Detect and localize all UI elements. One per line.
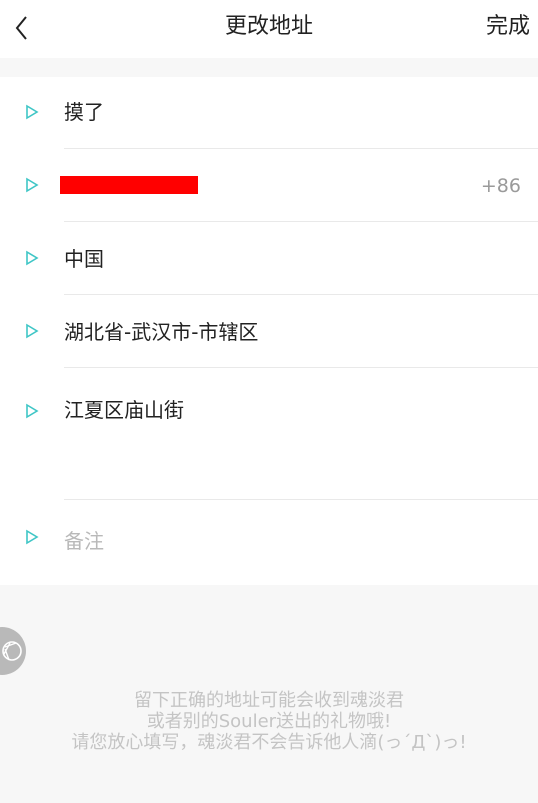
address-form: 摸了 +86 中国 湖北省-武汉市-市辖区 江夏区庙山街 备注 xyxy=(0,77,538,585)
footer-line-1: 留下正确的地址可能会收到魂淡君 xyxy=(134,690,404,711)
triangle-icon xyxy=(26,529,39,545)
page-title: 更改地址 xyxy=(224,14,313,39)
country-field[interactable]: 中国 xyxy=(64,246,104,272)
aperture-icon xyxy=(2,641,22,661)
redacted-phone-number xyxy=(60,176,198,194)
top-bar: 更改地址 完成 xyxy=(0,0,538,58)
floating-action-button[interactable] xyxy=(0,627,26,675)
region-field[interactable]: 湖北省-武汉市-市辖区 xyxy=(64,319,258,345)
triangle-icon xyxy=(26,177,39,193)
name-row[interactable]: 摸了 xyxy=(0,77,538,149)
note-field[interactable]: 备注 xyxy=(64,528,104,554)
done-button[interactable]: 完成 xyxy=(486,12,530,42)
triangle-icon xyxy=(26,403,39,419)
phone-row[interactable]: +86 xyxy=(0,149,538,222)
phone-country-code[interactable]: +86 xyxy=(481,173,521,199)
country-row[interactable]: 中国 xyxy=(0,222,538,295)
region-row[interactable]: 湖北省-武汉市-市辖区 xyxy=(0,295,538,368)
footer-line-2: 或者别的Souler送出的礼物哦! xyxy=(146,711,392,732)
note-row[interactable]: 备注 xyxy=(0,500,538,585)
triangle-icon xyxy=(26,323,39,339)
street-field[interactable]: 江夏区庙山街 xyxy=(64,397,184,423)
street-row[interactable]: 江夏区庙山街 xyxy=(0,368,538,500)
name-field[interactable]: 摸了 xyxy=(64,99,104,125)
footer-note: 留下正确的地址可能会收到魂淡君 或者别的Souler送出的礼物哦! 请您放心填写… xyxy=(0,690,538,753)
triangle-icon xyxy=(26,250,39,266)
footer-line-3: 请您放心填写，魂淡君不会告诉他人滴(っ´Д`)っ! xyxy=(71,732,467,753)
triangle-icon xyxy=(26,104,39,120)
